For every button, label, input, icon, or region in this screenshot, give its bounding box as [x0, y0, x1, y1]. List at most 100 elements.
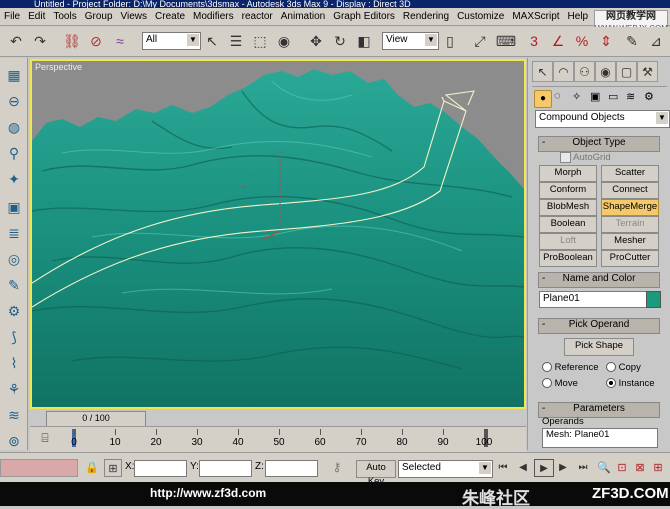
shapemerge-button[interactable]: ShapeMerge — [601, 199, 659, 216]
auto-key-button[interactable]: Auto Key — [356, 460, 396, 487]
morph-button[interactable]: Morph — [539, 165, 597, 182]
time-slider[interactable]: 0 / 100 — [30, 410, 526, 427]
menu-group[interactable]: Group — [81, 8, 117, 25]
menu-animation[interactable]: Animation — [277, 8, 329, 25]
bind-space-warp-icon[interactable]: ≈ — [110, 31, 130, 51]
waves-icon[interactable]: ≋ — [3, 404, 25, 426]
space-warps-icon[interactable]: ≋ — [626, 90, 635, 103]
menu-maxscript[interactable]: MAXScript — [508, 8, 563, 25]
helpers-icon[interactable]: ▭ — [608, 90, 618, 103]
menu-customize[interactable]: Customize — [453, 8, 508, 25]
select-object-icon[interactable]: ↖ — [202, 31, 222, 51]
zoom-extents-all-icon[interactable]: ⊞ — [650, 459, 666, 475]
conform-button[interactable]: Conform — [539, 182, 597, 199]
procutter-button[interactable]: ProCutter — [601, 250, 659, 267]
operands-list[interactable]: Mesh: Plane01 — [542, 428, 658, 448]
mirror-icon[interactable]: ⊿ — [646, 31, 666, 51]
select-and-manipulate-icon[interactable]: ⤢ — [470, 31, 490, 51]
zoom-icon[interactable]: 🔍 — [596, 459, 612, 475]
mesher-button[interactable]: Mesher — [601, 233, 659, 250]
select-and-scale-icon[interactable]: ◧ — [354, 31, 374, 51]
tube-icon[interactable]: ◎ — [3, 248, 25, 270]
z-coordinate-field[interactable] — [265, 460, 318, 477]
go-to-end-icon[interactable]: ⏭ — [574, 459, 592, 475]
window-crossing-icon[interactable]: ◉ — [274, 31, 294, 51]
move-radio[interactable]: Move — [542, 378, 578, 389]
key-icon[interactable]: ⚷ — [326, 459, 348, 475]
key-filter-dropdown[interactable]: Selected ▼ — [398, 460, 493, 478]
menu-views[interactable]: Views — [117, 8, 152, 25]
go-to-start-icon[interactable]: ⏮ — [494, 459, 512, 475]
redo-icon[interactable]: ↷ — [30, 31, 50, 51]
category-dropdown[interactable]: Compound Objects ▼ — [535, 110, 670, 128]
percent-snap-icon[interactable]: % — [572, 31, 592, 51]
x-coordinate-field[interactable] — [134, 460, 187, 477]
copy-radio[interactable]: Copy — [606, 362, 641, 373]
torus-icon[interactable]: ⊚ — [3, 430, 25, 452]
proboolean-button[interactable]: ProBoolean — [539, 250, 597, 267]
connect-button[interactable]: Connect — [601, 182, 659, 199]
instance-radio[interactable]: Instance — [606, 378, 655, 389]
menu-help[interactable]: Help — [564, 8, 593, 25]
select-and-link-icon[interactable]: ⛓ — [62, 31, 82, 51]
perspective-viewport[interactable]: Perspective — [30, 59, 526, 409]
named-selection-icon[interactable]: ✎ — [622, 31, 642, 51]
menu-rendering[interactable]: Rendering — [399, 8, 453, 25]
motion-tab-icon[interactable]: ◉ — [595, 61, 616, 82]
pick-operand-rollout-header[interactable]: - Pick Operand — [538, 318, 660, 334]
select-by-name-icon[interactable]: ☰ — [226, 31, 246, 51]
geometry-icon[interactable]: ● — [534, 90, 552, 108]
object-color-swatch[interactable] — [646, 291, 661, 308]
reference-coordinate-dropdown[interactable]: View ▼ — [382, 32, 439, 50]
helix-icon[interactable]: ⌇ — [3, 352, 25, 374]
hierarchy-tab-icon[interactable]: ⚇ — [574, 61, 595, 82]
angle-snap-icon[interactable]: ∠ — [548, 31, 568, 51]
menu-graph-editors[interactable]: Graph Editors — [329, 8, 399, 25]
menu-create[interactable]: Create — [151, 8, 189, 25]
lamp-icon[interactable]: ⚲ — [3, 142, 25, 164]
grid-objects-icon[interactable]: ▦ — [3, 64, 25, 86]
box-icon[interactable]: ▣ — [3, 196, 25, 218]
previous-frame-icon[interactable]: ◀ — [514, 459, 532, 475]
play-icon[interactable]: ▶ — [534, 459, 554, 477]
cylinder-icon[interactable]: ⊖ — [3, 90, 25, 112]
blobmesh-button[interactable]: BlobMesh — [539, 199, 597, 216]
menu-reactor[interactable]: reactor — [238, 8, 277, 25]
stack-icon[interactable]: ≣ — [3, 222, 25, 244]
gear-icon[interactable]: ⚙ — [3, 300, 25, 322]
terrain-button[interactable]: Terrain — [601, 216, 659, 233]
display-tab-icon[interactable]: ▢ — [616, 61, 637, 82]
absolute-mode-icon[interactable]: ⊞ — [104, 459, 122, 477]
systems-icon[interactable]: ⚙ — [644, 90, 654, 103]
select-and-rotate-icon[interactable]: ↻ — [330, 31, 350, 51]
scatter-button[interactable]: Scatter — [601, 165, 659, 182]
reference-radio[interactable]: Reference — [542, 362, 598, 373]
y-coordinate-field[interactable] — [199, 460, 252, 477]
pencil-icon[interactable]: ✎ — [3, 274, 25, 296]
loft-button[interactable]: Loft — [539, 233, 597, 250]
create-tab-icon[interactable]: ↖ — [532, 61, 553, 82]
lights-icon[interactable]: ✧ — [572, 90, 581, 103]
keyboard-shortcut-icon[interactable]: ⌨ — [496, 31, 516, 51]
utilities-tab-icon[interactable]: ⚒ — [637, 61, 658, 82]
pick-shape-button[interactable]: Pick Shape — [564, 338, 634, 356]
autogrid-checkbox[interactable]: AutoGrid — [560, 152, 611, 163]
cameras-icon[interactable]: ▣ — [590, 90, 600, 103]
object-type-rollout-header[interactable]: - Object Type — [538, 136, 660, 152]
rectangular-selection-icon[interactable]: ⬚ — [250, 31, 270, 51]
boolean-button[interactable]: Boolean — [539, 216, 597, 233]
operand-list-item[interactable]: Mesh: Plane01 — [546, 429, 609, 440]
shapes-icon[interactable]: ◌ — [554, 90, 561, 102]
select-and-move-icon[interactable]: ✥ — [306, 31, 326, 51]
selection-filter-dropdown[interactable]: All ▼ — [142, 32, 201, 50]
star-icon[interactable]: ✦ — [3, 168, 25, 190]
viewport-label[interactable]: Perspective — [35, 62, 82, 72]
lock-icon[interactable]: 🔒 — [84, 459, 100, 475]
menu-edit[interactable]: Edit — [24, 8, 49, 25]
figure-icon[interactable]: ⚘ — [3, 378, 25, 400]
menu-tools[interactable]: Tools — [49, 8, 80, 25]
sphere-icon[interactable]: ◍ — [3, 116, 25, 138]
maxscript-listener-box[interactable] — [0, 459, 78, 477]
object-name-field[interactable]: Plane01 — [539, 291, 648, 308]
modify-tab-icon[interactable]: ◠ — [553, 61, 574, 82]
